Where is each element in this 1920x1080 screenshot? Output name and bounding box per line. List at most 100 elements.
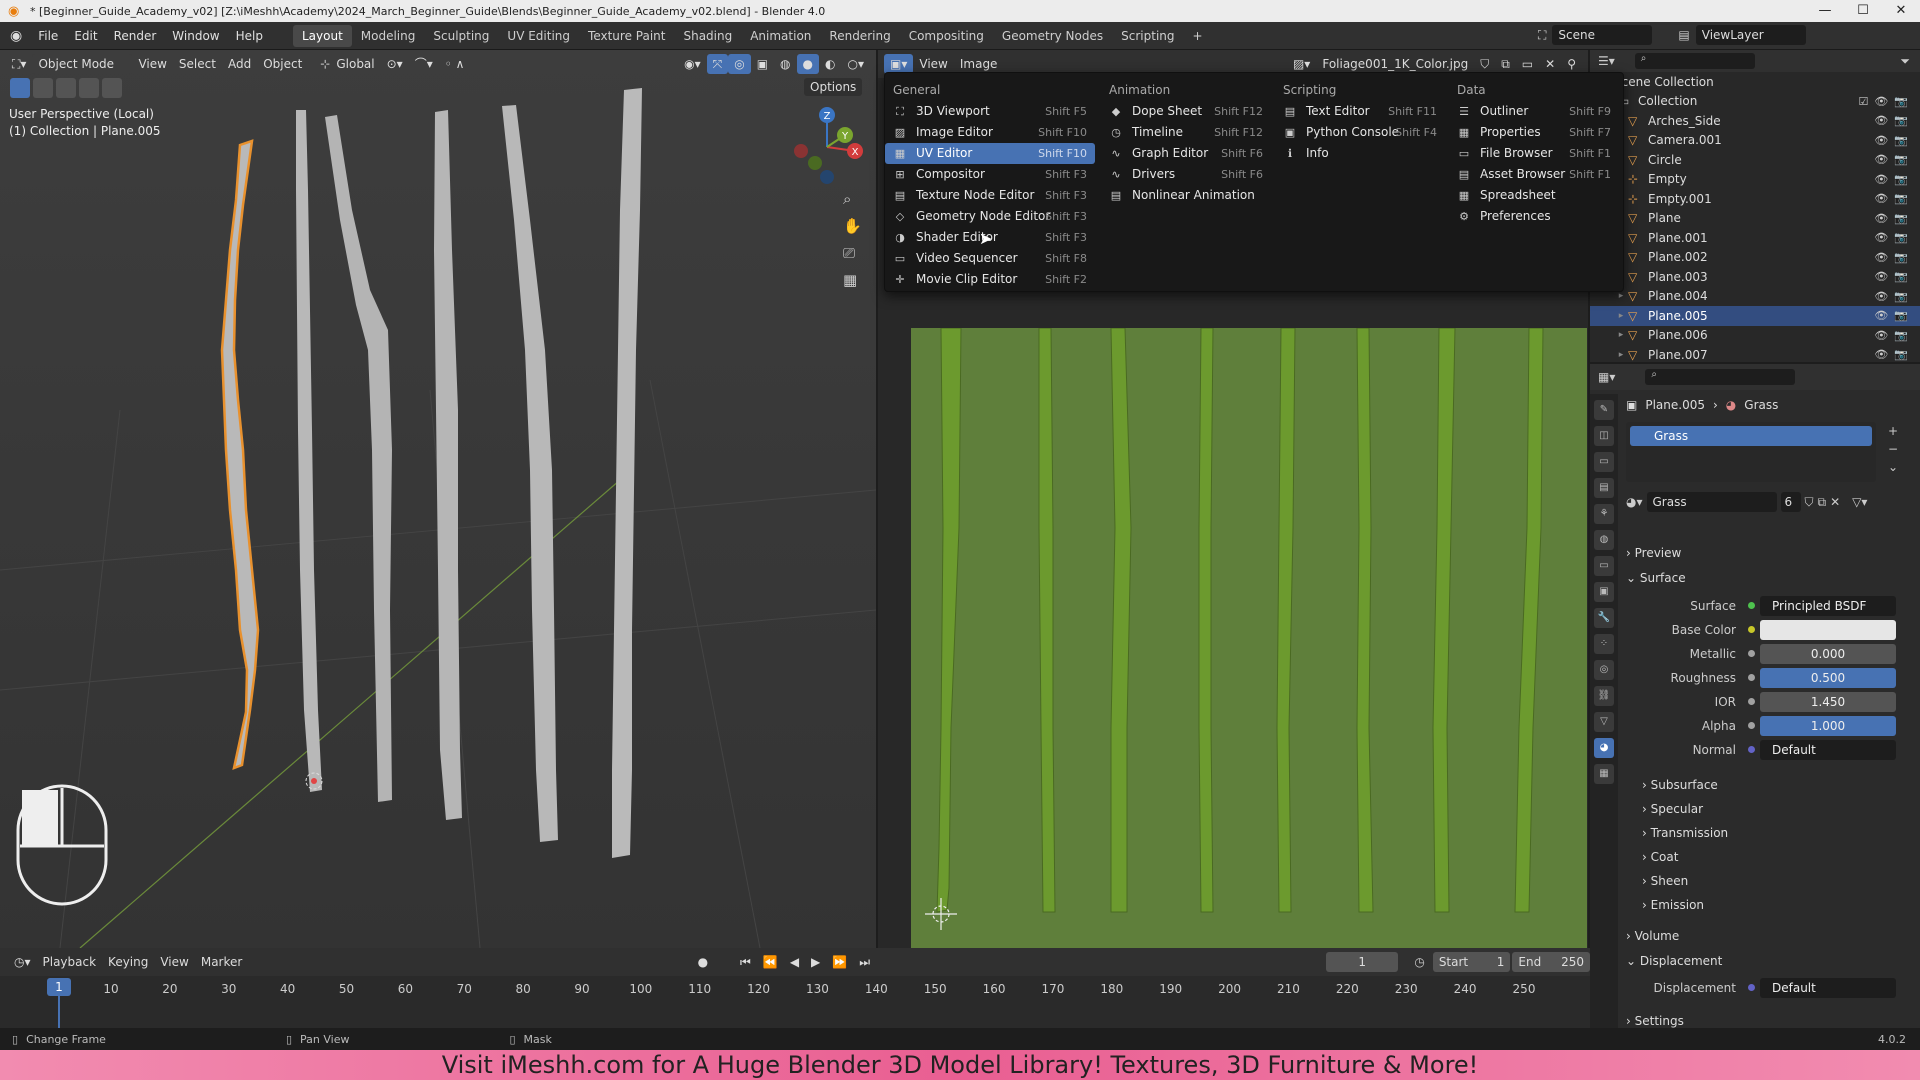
- select-tool-icon[interactable]: [10, 78, 30, 98]
- uv-menu-view[interactable]: View: [913, 54, 953, 74]
- image-unlink-icon[interactable]: ✕: [1539, 54, 1561, 74]
- property-value-field[interactable]: 0.000: [1748, 644, 1896, 664]
- preview-range-icon[interactable]: ◷: [1414, 955, 1424, 969]
- link-mode-icon[interactable]: ▽▾: [1852, 495, 1867, 509]
- menu-item-texture-node-editor[interactable]: ▤ Texture Node Editor Shift F3: [885, 185, 1095, 206]
- material-tab-icon[interactable]: ◕: [1594, 738, 1614, 758]
- menu-item-compositor[interactable]: ⊞ Compositor Shift F3: [885, 164, 1095, 185]
- close-button[interactable]: ✕: [1882, 0, 1920, 22]
- tab-uv-editing[interactable]: UV Editing: [498, 25, 579, 47]
- viewport-menu-add[interactable]: Add: [222, 54, 257, 74]
- gizmo-toggle-icon[interactable]: ⤧: [706, 54, 729, 74]
- menu-window[interactable]: Window: [164, 25, 227, 47]
- menu-item-geometry-node-editor[interactable]: ◇ Geometry Node Editor Shift F3: [885, 206, 1095, 227]
- socket-dot-icon[interactable]: [1748, 626, 1755, 633]
- snap-icon[interactable]: ⌒▾: [409, 54, 439, 74]
- add-workspace-button[interactable]: +: [1184, 25, 1212, 47]
- tab-layout[interactable]: Layout: [292, 24, 352, 47]
- view-layer-selector[interactable]: ViewLayer: [1695, 25, 1806, 45]
- menu-item-drivers[interactable]: ∿ Drivers Shift F6: [1101, 164, 1271, 185]
- camera-view-icon[interactable]: ⎚: [843, 244, 862, 262]
- shading-wireframe-icon[interactable]: ◍: [774, 54, 796, 74]
- tab-animation[interactable]: Animation: [741, 25, 820, 47]
- outliner-item[interactable]: ▸ ▽ Plane.004 👁📷: [1590, 287, 1920, 307]
- tab-shading[interactable]: Shading: [674, 25, 741, 47]
- properties-editor-type-icon[interactable]: ▦▾: [1598, 370, 1615, 384]
- scene-selector[interactable]: Scene: [1552, 25, 1653, 45]
- outliner-item[interactable]: ▸▽Circle👁📷: [1590, 150, 1920, 170]
- property-value-field[interactable]: 1.450: [1748, 692, 1896, 712]
- menu-item-movie-clip-editor[interactable]: ✛ Movie Clip Editor Shift F2: [885, 269, 1095, 290]
- menu-item-image-editor[interactable]: ▨ Image Editor Shift F10: [885, 122, 1095, 143]
- outliner-item[interactable]: ▸▽Plane.003👁📷: [1590, 267, 1920, 287]
- menu-item-python-console[interactable]: ▣ Python Console Shift F4: [1275, 122, 1445, 143]
- proportional-icon[interactable]: ◦ ∧: [439, 54, 471, 74]
- mode-selector[interactable]: Object Mode: [32, 54, 133, 74]
- shading-solid-icon[interactable]: ●: [796, 54, 820, 74]
- subpanel-emission[interactable]: › Emission: [1642, 898, 1704, 912]
- tab-scripting[interactable]: Scripting: [1112, 25, 1183, 47]
- play-reverse-icon[interactable]: ◀: [784, 952, 805, 972]
- menu-file[interactable]: File: [30, 25, 66, 47]
- remove-slot-button[interactable]: −: [1888, 442, 1898, 456]
- material-slot-item[interactable]: Grass: [1630, 426, 1872, 446]
- world-tab-icon[interactable]: ◍: [1594, 530, 1614, 550]
- menu-item-3d-viewport[interactable]: ⛶ 3D Viewport Shift F5: [885, 101, 1095, 122]
- add-slot-button[interactable]: +: [1888, 424, 1898, 438]
- socket-dot-icon[interactable]: [1748, 674, 1755, 681]
- socket-dot-icon[interactable]: [1748, 698, 1755, 705]
- outliner-item[interactable]: ▸▽Plane.001👁📷: [1590, 228, 1920, 248]
- properties-search-field[interactable]: ⌕: [1645, 369, 1796, 385]
- panel-surface[interactable]: ⌄ Surface: [1626, 571, 1686, 585]
- menu-item-graph-editor[interactable]: ∿ Graph Editor Shift F6: [1101, 143, 1271, 164]
- select-new-icon[interactable]: [33, 78, 53, 98]
- prev-keyframe-icon[interactable]: ⏪: [757, 952, 784, 972]
- panel-volume[interactable]: › Volume: [1626, 929, 1679, 943]
- image-browse-icon[interactable]: ▨▾: [1287, 54, 1316, 74]
- navigation-gizmo[interactable]: Z Y X: [785, 105, 875, 185]
- image-new-icon[interactable]: ⧉: [1495, 54, 1516, 74]
- property-value-field[interactable]: Default: [1748, 740, 1896, 760]
- jump-start-icon[interactable]: ⏮: [734, 952, 757, 972]
- properties-editor[interactable]: ▦▾ ⌕ ✎ ◫ ▭ ▤ ⚘ ◍ ▭ ▣ 🔧 ⁘ ◎ ⛓ ▽ ◕ ▦ ▣ Pla…: [1590, 364, 1920, 1040]
- zoom-icon[interactable]: ⌕: [843, 190, 862, 208]
- tool-tab-icon[interactable]: ✎: [1594, 400, 1614, 420]
- outliner-item[interactable]: ⊹ Empty 👁📷: [1590, 170, 1920, 190]
- shading-rendered-icon[interactable]: ○▾: [842, 54, 871, 74]
- viewport-menu-object[interactable]: Object: [257, 54, 308, 74]
- options-button[interactable]: Options: [804, 78, 863, 96]
- pivot-icon[interactable]: ⊙▾: [381, 54, 409, 74]
- xray-icon[interactable]: ▣: [751, 54, 774, 74]
- tab-texture-paint[interactable]: Texture Paint: [579, 25, 674, 47]
- outliner-search-field[interactable]: ⌕: [1634, 53, 1755, 69]
- tab-rendering[interactable]: Rendering: [820, 25, 899, 47]
- menu-item-preferences[interactable]: ⚙ Preferences: [1449, 206, 1619, 227]
- menu-item-uv-editor[interactable]: ▦ UV Editor Shift F10: [885, 143, 1095, 164]
- overlay-toggle-icon[interactable]: ◎: [728, 54, 751, 74]
- image-fake-user-icon[interactable]: ⛉: [1474, 54, 1495, 74]
- menu-item-timeline[interactable]: ◷ Timeline Shift F12: [1101, 122, 1271, 143]
- outliner-item[interactable]: ▸ ▽ Plane.007 👁📷: [1590, 345, 1920, 362]
- select-intersect-icon[interactable]: [102, 78, 122, 98]
- displacement-field[interactable]: Default: [1748, 978, 1896, 998]
- tab-sculpting[interactable]: Sculpting: [424, 25, 498, 47]
- image-name-field[interactable]: Foliage001_1K_Color.jpg: [1316, 54, 1474, 74]
- subpanel-transmission[interactable]: › Transmission: [1642, 826, 1728, 840]
- object-tab-icon[interactable]: ▣: [1594, 582, 1614, 602]
- outliner-item-selected[interactable]: ▸ ▽ Plane.005 👁📷: [1590, 306, 1920, 326]
- material-browse-icon[interactable]: ◕▾: [1626, 495, 1643, 509]
- menu-render[interactable]: Render: [106, 25, 165, 47]
- menu-item-nonlinear-animation[interactable]: ▤ Nonlinear Animation: [1101, 185, 1271, 206]
- uv-menu-image[interactable]: Image: [954, 54, 1004, 74]
- subpanel-specular[interactable]: › Specular: [1642, 802, 1703, 816]
- next-keyframe-icon[interactable]: ⏩: [826, 952, 853, 972]
- viewport-menu-select[interactable]: Select: [173, 54, 222, 74]
- surface-shader-field[interactable]: Principled BSDF: [1748, 596, 1896, 616]
- subpanel-subsurface[interactable]: › Subsurface: [1642, 778, 1718, 792]
- playhead[interactable]: 1: [47, 978, 71, 996]
- socket-dot-icon[interactable]: [1748, 722, 1755, 729]
- material-name-field[interactable]: Grass: [1646, 492, 1777, 512]
- render-tab-icon[interactable]: ◫: [1594, 426, 1614, 446]
- modifier-tab-icon[interactable]: 🔧: [1594, 608, 1614, 628]
- panel-preview[interactable]: › Preview: [1626, 546, 1681, 560]
